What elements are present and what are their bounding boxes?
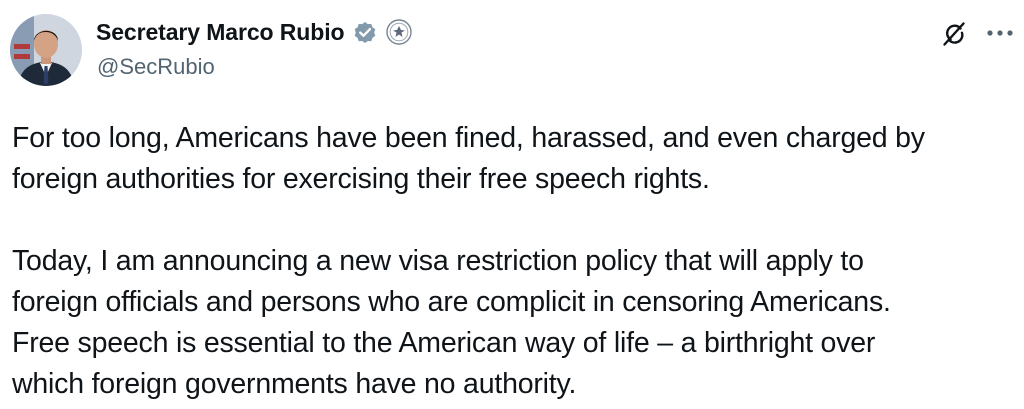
author-avatar[interactable]	[10, 14, 82, 86]
grok-icon	[943, 22, 965, 46]
tweet-paragraph: For too long, Americans have been fined,…	[12, 122, 925, 195]
author-name-row: Secretary Marco Rubio	[96, 15, 413, 49]
more-options-icon	[987, 30, 1013, 36]
tweet-text: For too long, Americans have been fined,…	[12, 118, 1017, 405]
state-department-seal-icon[interactable]	[386, 19, 413, 45]
verified-check-icon[interactable]	[352, 19, 378, 45]
author-handle[interactable]: @SecRubio	[97, 54, 215, 80]
tweet-card: Secretary Marco Rubio @SecRubio For too …	[0, 0, 1024, 409]
tweet-paragraph: Today, I am announcing a new visa restri…	[12, 245, 891, 400]
profile-photo	[10, 14, 82, 86]
author-display-name[interactable]: Secretary Marco Rubio	[96, 19, 345, 46]
grok-button[interactable]	[938, 18, 970, 50]
more-options-button[interactable]	[982, 18, 1018, 48]
